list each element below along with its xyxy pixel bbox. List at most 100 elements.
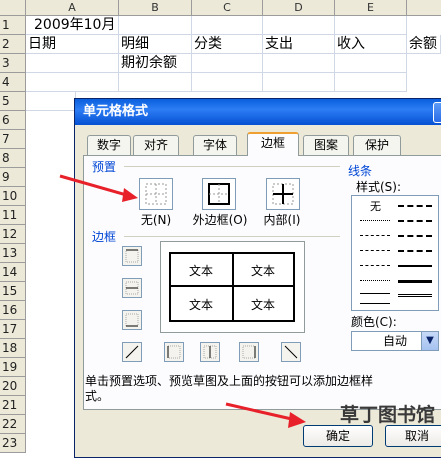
border-top-button[interactable] [122, 246, 142, 266]
border-right-button[interactable] [239, 342, 259, 362]
column-header-a[interactable]: A [26, 0, 119, 16]
preset-outline-button[interactable] [202, 178, 236, 210]
cell-a2[interactable]: 日期 [26, 35, 119, 54]
style-thick-line[interactable] [398, 280, 432, 283]
row-header[interactable]: 7 [0, 130, 26, 149]
column-header-e[interactable]: E [335, 0, 407, 16]
border-vertical-icon [203, 345, 217, 359]
cell-c1[interactable] [192, 16, 263, 35]
tab-font[interactable]: 字体 [193, 135, 237, 155]
preview-hline [171, 285, 293, 287]
cell-a5[interactable] [26, 92, 76, 111]
border-diagonal-up-button[interactable] [122, 342, 142, 362]
preset-none-label: 无(N) [140, 213, 172, 227]
tab-patterns[interactable]: 图案 [303, 135, 349, 155]
preset-inside-button[interactable] [266, 178, 300, 210]
chevron-down-icon[interactable]: ▼ [421, 332, 438, 350]
tab-number[interactable]: 数字 [87, 135, 131, 155]
cell-b3[interactable]: 期初余额 [119, 54, 192, 73]
row-header[interactable]: 9 [0, 168, 26, 187]
line-style-list[interactable]: 无 [351, 195, 439, 311]
cell-d2[interactable]: 支出 [263, 35, 335, 54]
row-header[interactable]: 1 [0, 16, 26, 35]
row-header[interactable]: 18 [0, 339, 26, 358]
border-bottom-button[interactable] [122, 310, 142, 330]
ok-button[interactable]: 确定 [303, 425, 373, 447]
row-header[interactable]: 21 [0, 396, 26, 415]
style-dashdot-line[interactable] [360, 250, 390, 251]
row-header[interactable]: 5 [0, 92, 26, 111]
border-middle-button[interactable] [122, 278, 142, 298]
cell-b1[interactable] [119, 16, 192, 35]
row-header[interactable]: 15 [0, 282, 26, 301]
style-dotted-line[interactable] [360, 220, 390, 221]
cell-e1[interactable] [335, 16, 407, 35]
color-select[interactable]: 自动 ▼ [351, 331, 439, 351]
style-double-line[interactable] [398, 294, 432, 297]
outline-border-icon [208, 183, 230, 205]
style-thin-line[interactable] [360, 293, 390, 294]
cell-a1[interactable]: 2009年10月 [26, 16, 119, 35]
cell-b2[interactable]: 明细 [119, 35, 192, 54]
preset-inside-label: 内部(I) [263, 213, 301, 227]
cell-e4[interactable] [335, 73, 407, 92]
border-vertical-button[interactable] [200, 342, 220, 362]
column-header-b[interactable]: B [119, 0, 192, 16]
cell-e2[interactable]: 收入 [335, 35, 407, 54]
row-header[interactable]: 13 [0, 244, 26, 263]
cell-e3[interactable] [335, 54, 407, 73]
cell-b4[interactable] [119, 73, 192, 92]
row-header[interactable]: 14 [0, 263, 26, 282]
dialog-title-bar[interactable]: 单元格格式 ? [75, 99, 441, 125]
border-preview[interactable]: 文本 文本 文本 文本 [160, 241, 305, 333]
color-label: 颜色(C): [351, 315, 397, 329]
border-left-button[interactable] [164, 342, 184, 362]
cancel-button[interactable]: 取消 [385, 425, 441, 447]
row-header[interactable]: 8 [0, 149, 26, 168]
style-medium-dash-line[interactable] [398, 250, 432, 252]
help-button[interactable]: ? [433, 102, 441, 123]
cell-c4[interactable] [192, 73, 263, 92]
style-medium-dash-line[interactable] [398, 235, 432, 237]
row-header[interactable]: 12 [0, 225, 26, 244]
style-dash-line[interactable] [360, 235, 390, 236]
row-header[interactable]: 16 [0, 301, 26, 320]
style-dotted-line[interactable] [360, 280, 390, 281]
style-label: 样式(S): [356, 180, 402, 194]
cell-a4[interactable] [26, 73, 119, 92]
row-header[interactable]: 6 [0, 111, 26, 130]
column-header-d[interactable]: D [263, 0, 335, 16]
row-header[interactable]: 23 [0, 434, 26, 453]
style-none[interactable]: 无 [370, 198, 381, 214]
dialog-title: 单元格格式 [83, 104, 149, 119]
cell-d3[interactable] [263, 54, 335, 73]
border-diagonal-down-button[interactable] [281, 342, 301, 362]
cell-f2[interactable]: 余额 [407, 35, 441, 54]
cell-c3[interactable] [192, 54, 263, 73]
style-medium-line[interactable] [398, 265, 432, 267]
select-all-corner[interactable] [0, 0, 26, 16]
annotation-arrow-icon [59, 174, 138, 202]
cell-c2[interactable]: 分类 [192, 35, 263, 54]
tab-alignment[interactable]: 对齐 [133, 135, 179, 155]
cell-a3[interactable] [26, 54, 119, 73]
row-header[interactable]: 11 [0, 206, 26, 225]
row-header[interactable]: 20 [0, 377, 26, 396]
row-header[interactable]: 4 [0, 73, 26, 92]
row-header[interactable]: 19 [0, 358, 26, 377]
style-medium-dash-line[interactable] [398, 220, 432, 222]
tab-protection[interactable]: 保护 [353, 135, 401, 155]
row-header[interactable]: 17 [0, 320, 26, 339]
cell-d4[interactable] [263, 73, 335, 92]
style-thin-line[interactable] [360, 303, 390, 304]
row-header[interactable]: 3 [0, 54, 26, 73]
row-header[interactable]: 22 [0, 415, 26, 434]
cell-d1[interactable] [263, 16, 335, 35]
style-medium-dash-line[interactable] [398, 205, 432, 207]
tab-border[interactable]: 边框 [247, 132, 299, 156]
row-header[interactable]: 10 [0, 187, 26, 206]
row-header[interactable]: 2 [0, 35, 26, 54]
column-header-f[interactable] [407, 0, 441, 16]
column-header-c[interactable]: C [192, 0, 263, 16]
style-dash-line[interactable] [360, 265, 390, 266]
